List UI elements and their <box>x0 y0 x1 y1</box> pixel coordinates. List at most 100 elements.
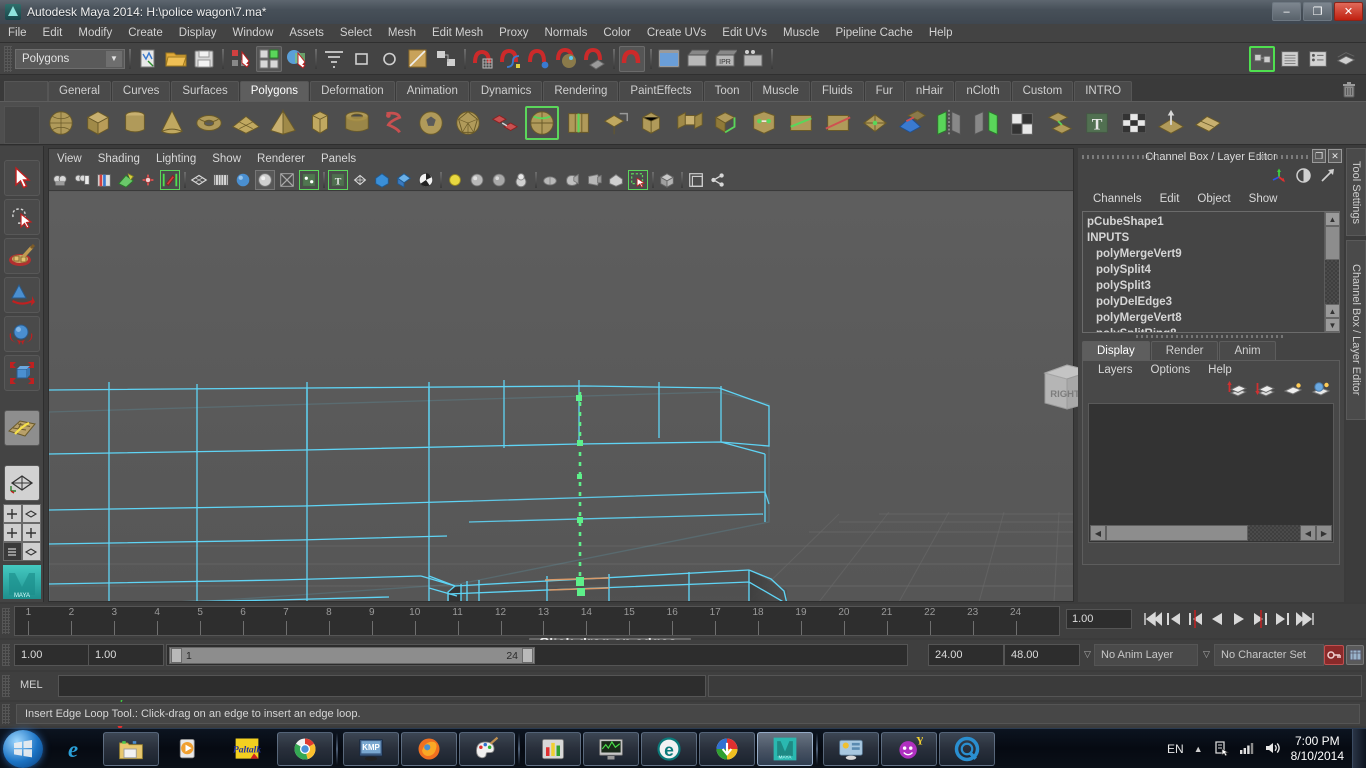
shelf-options-button[interactable] <box>4 81 48 101</box>
range-slider-gripper[interactable] <box>2 644 10 666</box>
select-by-object-type-button[interactable] <box>256 45 282 72</box>
hud-button[interactable] <box>467 170 487 190</box>
shelf-button-text-mesh[interactable]: T <box>1080 106 1114 140</box>
menu-pipeline-cache[interactable]: Pipeline Cache <box>827 24 920 43</box>
paint-selection-button[interactable] <box>405 46 431 72</box>
viewport-3d-canvas[interactable] <box>49 192 1073 601</box>
panel-layout-button[interactable] <box>686 170 706 190</box>
four-pane-layout-button[interactable] <box>2 504 41 523</box>
side-tab-channel-box[interactable]: Channel Box / Layer Editor <box>1346 240 1366 420</box>
shelf-tab-deformation[interactable]: Deformation <box>310 81 395 101</box>
control-panel-taskbar-button[interactable] <box>823 731 879 766</box>
grease-pencil-button[interactable] <box>160 170 180 190</box>
show-hidden-icons-button[interactable]: ▲ <box>1194 744 1203 754</box>
attribute-editor-button[interactable] <box>1277 46 1303 72</box>
shelf-button-merge-vertices[interactable] <box>747 106 781 140</box>
channelbox-menu-edit[interactable]: Edit <box>1151 193 1189 205</box>
shelf-button-poke-face[interactable] <box>858 106 892 140</box>
panel-gripper-right[interactable] <box>1256 155 1308 159</box>
two-pane-vertical-icon[interactable] <box>2 523 22 542</box>
texture-button[interactable] <box>489 170 509 190</box>
select-curve-button[interactable] <box>377 46 403 72</box>
wireframe-shading-button[interactable] <box>189 170 209 190</box>
new-layer-from-selected-icon[interactable] <box>1311 380 1331 400</box>
channel-box-node[interactable]: polySplitRing8 <box>1083 326 1339 332</box>
channelbox-menu-channels[interactable]: Channels <box>1084 193 1151 205</box>
select-camera-button[interactable] <box>50 170 70 190</box>
xray-joints-button[interactable] <box>394 170 414 190</box>
character-set-dropdown-arrow[interactable]: ▽ <box>1203 649 1210 660</box>
windows-explorer-taskbar-button[interactable] <box>103 731 159 766</box>
windows-media-player-taskbar-button[interactable] <box>161 732 217 766</box>
channel-box-scrollbar[interactable]: ▲ ▲ ▼ <box>1324 212 1339 332</box>
layer-menu-options[interactable]: Options <box>1142 364 1200 376</box>
viewport-menu-shading[interactable]: Shading <box>90 149 148 169</box>
layer-scroll-thumb[interactable] <box>1106 525 1248 541</box>
play-forwards-button[interactable] <box>1230 608 1250 630</box>
command-language-label[interactable]: MEL <box>20 679 43 691</box>
channel-box-node[interactable]: polySplit3 <box>1083 278 1339 294</box>
new-scene-button[interactable] <box>135 46 161 72</box>
isolate-select-button[interactable] <box>445 170 465 190</box>
channel-box-list[interactable]: pCubeShape1 INPUTS polyMergeVert9 polySplit… <box>1082 211 1340 333</box>
shelf-button-normals[interactable] <box>1154 106 1188 140</box>
shelf-button-insert-edge-loop[interactable] <box>525 106 559 140</box>
channel-box-button[interactable] <box>1333 46 1359 72</box>
shelf-tab-muscle[interactable]: Muscle <box>751 81 810 101</box>
shelf-button-transfer-attributes[interactable] <box>1043 106 1077 140</box>
shelf-button-poly-cube[interactable] <box>81 106 115 140</box>
motion-blur-button[interactable] <box>299 170 319 190</box>
menu-set-selector[interactable]: Polygons ▼ <box>15 48 125 69</box>
channel-box-node[interactable]: polyDelEdge3 <box>1083 294 1339 310</box>
range-slider-handle[interactable]: 1 24 <box>169 647 535 664</box>
shelf-tab-general[interactable]: General <box>48 81 111 101</box>
trash-icon[interactable] <box>1340 81 1358 99</box>
channel-box-scroll-up[interactable]: ▲ <box>1325 212 1339 226</box>
multisample-aa-button[interactable]: T <box>328 170 348 190</box>
shelf-button-poly-plane[interactable] <box>229 106 263 140</box>
render-settings-button[interactable] <box>740 46 766 72</box>
taskbar-clock[interactable]: 7:00 PM 8/10/2014 <box>1291 734 1344 764</box>
chart-app-taskbar-button[interactable] <box>525 731 581 766</box>
go-to-start-button[interactable] <box>1142 608 1162 630</box>
channel-box-scroll-down[interactable]: ▼ <box>1325 318 1339 332</box>
anim-layer-dropdown-arrow[interactable]: ▽ <box>1084 649 1091 660</box>
shelf-button-sculpt-geometry[interactable] <box>969 106 1003 140</box>
auto-keyframe-button[interactable] <box>1324 645 1344 665</box>
smooth-shade-all-button[interactable] <box>211 170 231 190</box>
command-line-gripper[interactable] <box>2 675 10 697</box>
shelf-tab-rendering[interactable]: Rendering <box>543 81 619 101</box>
shelf-tab-polygons[interactable]: Polygons <box>239 81 310 101</box>
layer-tab-anim[interactable]: Anim <box>1219 341 1276 360</box>
step-back-key-button[interactable] <box>1186 608 1206 630</box>
shelf-button-poly-torus[interactable] <box>192 106 226 140</box>
shelf-tab-fur[interactable]: Fur <box>864 81 904 101</box>
share-button[interactable] <box>708 170 728 190</box>
speed-icon[interactable] <box>1319 167 1336 187</box>
shelf-button-poly-cone[interactable] <box>155 106 189 140</box>
shelf-button-poly-pipe[interactable] <box>340 106 374 140</box>
lasso-tool-button[interactable] <box>3 199 40 235</box>
menu-modify[interactable]: Modify <box>70 24 120 43</box>
snap-to-point-button[interactable] <box>526 46 552 72</box>
range-start-time-field[interactable]: 1.00 <box>88 644 164 666</box>
shelf-button-poly-platonic[interactable] <box>451 106 485 140</box>
menu-color[interactable]: Color <box>595 24 638 43</box>
outliner-view-icon[interactable] <box>2 542 22 561</box>
panel-gripper-left[interactable] <box>1082 155 1160 159</box>
camera-button-2[interactable] <box>584 170 604 190</box>
shelf-tab-nhair[interactable]: nHair <box>904 81 955 101</box>
single-pane-layout-button[interactable] <box>3 465 40 501</box>
open-scene-button[interactable] <box>163 46 189 72</box>
shelf-button-poly-cylinder[interactable] <box>118 106 152 140</box>
range-slider-bar[interactable]: 1 24 <box>166 644 908 666</box>
menu-assets[interactable]: Assets <box>281 24 332 43</box>
step-forward-key-button[interactable] <box>1252 608 1272 630</box>
chevron-down-icon[interactable]: ▼ <box>106 50 122 67</box>
animation-preferences-button[interactable] <box>1346 645 1364 665</box>
go-to-end-button[interactable] <box>1296 608 1316 630</box>
shelf-button-mirror-geometry[interactable] <box>932 106 966 140</box>
status-line-gripper[interactable] <box>4 45 12 72</box>
layer-menu-layers[interactable]: Layers <box>1089 364 1142 376</box>
shelf-tab-painteffects[interactable]: PaintEffects <box>619 81 703 101</box>
